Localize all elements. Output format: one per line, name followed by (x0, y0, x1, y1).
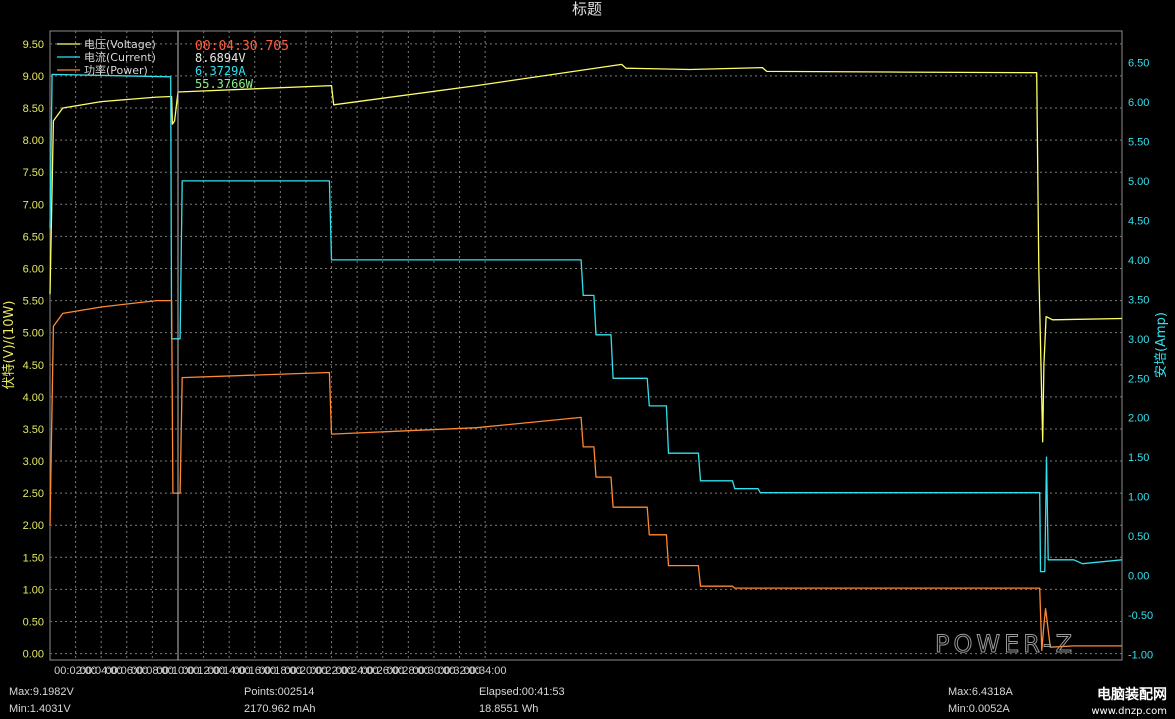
right-tick-label: 5.50 (1128, 136, 1149, 148)
right-tick-label: 0.00 (1128, 571, 1149, 583)
chart-title: 标题 (572, 0, 602, 18)
right-tick-label: 6.00 (1128, 97, 1149, 109)
max-voltage: Max:9.1982V (9, 686, 74, 698)
right-tick-label: 3.00 (1128, 334, 1149, 346)
legend-value: 55.3766W (195, 77, 254, 91)
energy-wh: 18.8551 Wh (479, 703, 539, 715)
left-tick-label: 8.00 (23, 135, 44, 147)
right-tick-label: 3.50 (1128, 294, 1149, 306)
left-tick-label: 9.00 (23, 71, 44, 83)
right-tick-label: 0.50 (1128, 531, 1149, 543)
site-watermark-name: 电脑装配网 (1097, 687, 1167, 703)
x-tick-label: 00:34:00 (464, 665, 507, 677)
right-tick-label: 4.50 (1128, 215, 1149, 227)
right-tick-label: 2.50 (1128, 373, 1149, 385)
right-tick-label: -0.50 (1128, 610, 1153, 622)
left-tick-label: 4.50 (23, 360, 44, 372)
right-tick-label: 1.00 (1128, 492, 1149, 504)
legend-value: 6.3729A (195, 64, 246, 78)
legend-label: 电压(Voltage) (84, 38, 156, 51)
right-tick-label: 4.00 (1128, 255, 1149, 267)
left-tick-label: 2.00 (23, 520, 44, 532)
left-tick-label: 2.50 (23, 488, 44, 500)
cursor-time: 00:04:30.705 (195, 39, 289, 54)
left-tick-label: 1.00 (23, 584, 44, 596)
right-axis-label: 安培(Amp) (1153, 312, 1169, 378)
power-z-logo-text: POWER-Z (935, 630, 1076, 658)
left-tick-label: 5.00 (23, 328, 44, 340)
x-axis-ticks: 00:02:0000:04:0000:06:0000:08:0000:10:00… (54, 665, 506, 677)
min-current: Min:0.0052A (948, 703, 1010, 715)
left-tick-label: 1.50 (23, 552, 44, 564)
elapsed-time: Elapsed:00:41:53 (479, 686, 565, 698)
left-tick-label: 6.00 (23, 263, 44, 275)
right-tick-label: -1.00 (1128, 649, 1153, 661)
left-tick-label: 7.00 (23, 199, 44, 211)
left-tick-label: 6.50 (23, 231, 44, 243)
chart: 标题 0.00 0.50 1.00 1.50 2.00 2.50 3.00 3.50 4.00 4… (0, 0, 1175, 719)
site-watermark-url: www.dnzp.com (1091, 706, 1167, 717)
left-tick-label: 7.50 (23, 167, 44, 179)
left-tick-label: 0.50 (23, 616, 44, 628)
legend-label: 电流(Current) (84, 50, 156, 64)
left-tick-label: 8.50 (23, 103, 44, 115)
power-z-logo: POWER-Z (935, 630, 1076, 659)
right-tick-label: 2.00 (1128, 413, 1149, 425)
legend-label: 功率(Power) (84, 63, 148, 77)
left-tick-label: 3.50 (23, 424, 44, 436)
points-count: Points:002514 (244, 686, 315, 698)
left-tick-label: 5.50 (23, 296, 44, 308)
max-current: Max:6.4318A (948, 686, 1013, 698)
left-axis-label: 伏特(V)/(10W) (2, 301, 17, 390)
right-tick-label: 5.00 (1128, 176, 1149, 188)
left-tick-label: 0.00 (23, 649, 44, 661)
right-tick-label: 1.50 (1128, 452, 1149, 464)
right-tick-label: 6.50 (1128, 58, 1149, 70)
min-voltage: Min:1.4031V (9, 703, 71, 715)
left-tick-label: 4.00 (23, 392, 44, 404)
capacity-mah: 2170.962 mAh (244, 703, 316, 715)
left-tick-label: 3.00 (23, 456, 44, 468)
left-tick-label: 9.50 (23, 39, 44, 51)
